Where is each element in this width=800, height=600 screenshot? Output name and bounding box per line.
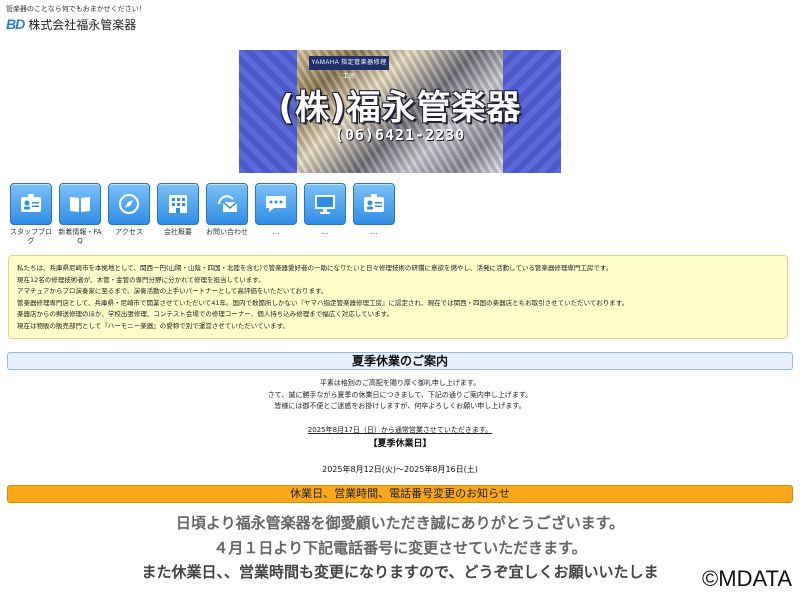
change-notice-line-2: ４月１日より下記電話番号に変更させていただきます。 bbox=[213, 539, 587, 557]
hero-banner: YAMAHA 指定管楽器修理工房 (株)福永管楽器 (06)6421-2230 bbox=[239, 50, 561, 173]
banner-title: (株)福永管楽器 bbox=[278, 88, 522, 128]
book-icon bbox=[59, 183, 101, 225]
nav-item-news-faq[interactable]: 新着情報・FAQ bbox=[57, 183, 103, 246]
chat-icon bbox=[255, 183, 297, 225]
monitor-icon bbox=[304, 183, 346, 225]
watermark: ©MDATA bbox=[702, 566, 792, 591]
banner-yamaha-badge: YAMAHA 指定管楽器修理工房 bbox=[309, 56, 389, 80]
nav-label: スタッフブログ bbox=[10, 228, 52, 245]
holiday-period: 2025年8月12日(火)～2025年8月16日(土) bbox=[322, 465, 478, 474]
intro-line: 私たちは、兵庫県尼崎市を本拠地として、関西一円(山陽・山陰・四国・北陸を含む)で… bbox=[17, 264, 613, 272]
nav-label: 会社概要 bbox=[164, 228, 192, 236]
icon-nav: スタッフブログ 新着情報・FAQ アクセス 会社概要 お問い合わせ … … … bbox=[8, 183, 408, 253]
nav-item-access[interactable]: アクセス bbox=[106, 183, 152, 237]
change-notice-line-3: また休業日、、営業時間も変更になりますので、どうぞ宜しくお願いいたしま bbox=[141, 563, 659, 581]
logo-company-name: 株式会社福永管楽器 bbox=[28, 17, 137, 32]
mail-icon bbox=[206, 183, 248, 225]
nav-label: お問い合わせ bbox=[206, 228, 248, 236]
nav-item-profile[interactable]: … bbox=[351, 183, 397, 237]
building-icon bbox=[157, 183, 199, 225]
nav-item-contact[interactable]: お問い合わせ bbox=[204, 183, 250, 237]
site-logo[interactable]: BD 株式会社福永管楽器 bbox=[6, 15, 136, 33]
compass-icon bbox=[108, 183, 150, 225]
intro-line: 管楽器修理専門店として、兵庫県・尼崎市で開業させていただいて41年。国内で数箇所… bbox=[17, 298, 629, 307]
holiday-period-label: 【夏季休業日】 bbox=[368, 439, 432, 449]
intro-line: 楽器店からの郵送修理のほか、学校出張修理、コンテスト会場での修理コーナー、個人持… bbox=[17, 310, 393, 318]
change-notice-heading: 休業日、営業時間、電話番号変更のお知らせ bbox=[7, 485, 793, 503]
nav-label: … bbox=[321, 228, 329, 236]
notice-line: さて、誠に勝手ながら夏季の休業日につきまして、下記の通りご案内申し上げます。 bbox=[267, 390, 533, 399]
id-card-icon bbox=[353, 183, 395, 225]
nav-label: … bbox=[272, 228, 280, 236]
intro-line: 現在は物販の販売部門として『ハーモニー楽器』の愛称で別で運営させていただいていま… bbox=[17, 321, 289, 330]
notice-line: 平素は格別のご高配を賜り厚く御礼申し上げます。 bbox=[319, 379, 481, 387]
site-header: 管楽器のことなら何でもおまかせください！ BD 株式会社福永管楽器 bbox=[0, 0, 800, 42]
summer-holiday-notice: 平素は格別のご高配を賜り厚く御礼申し上げます。 さて、誠に勝手ながら夏季の休業日… bbox=[0, 378, 800, 474]
nav-item-monitor[interactable]: … bbox=[302, 183, 348, 237]
nav-label: … bbox=[370, 228, 378, 236]
nav-label: 新着情報・FAQ bbox=[58, 228, 102, 245]
id-card-icon bbox=[10, 183, 52, 225]
banner-phone: (06)6421-2230 bbox=[334, 126, 466, 144]
notice-line: 皆様には御不便とご迷惑をお掛けしますが、何卒よろしくお願い申し上げます。 bbox=[274, 402, 526, 410]
change-notice-line-1: 日頃より福永管楽器を御愛顧いただき誠にありがとうございます。 bbox=[175, 514, 625, 532]
logo-mark: BD bbox=[6, 16, 25, 32]
resume-date-link[interactable]: 2025年8月17日（日）から通常営業させていただきます。 bbox=[0, 425, 800, 435]
nav-item-chat[interactable]: … bbox=[253, 183, 299, 237]
company-intro: 私たちは、兵庫県尼崎市を本拠地として、関西一円(山陽・山陰・四国・北陸を含む)で… bbox=[8, 255, 788, 339]
nav-item-staff-blog[interactable]: スタッフブログ bbox=[8, 183, 54, 246]
summer-holiday-heading: 夏季休業のご案内 bbox=[7, 352, 793, 370]
intro-line: アマチュアからプロ演奏家に至るまで、演奏活動の上手いパートナーとして高評価をいた… bbox=[17, 287, 328, 295]
nav-label: アクセス bbox=[115, 228, 143, 236]
nav-item-company[interactable]: 会社概要 bbox=[155, 183, 201, 237]
site-tagline: 管楽器のことなら何でもおまかせください！ bbox=[6, 5, 146, 13]
intro-line: 現在12名の修理技術者が、木管・金管の専門分野に分かれて修理を担当しています。 bbox=[17, 275, 265, 284]
